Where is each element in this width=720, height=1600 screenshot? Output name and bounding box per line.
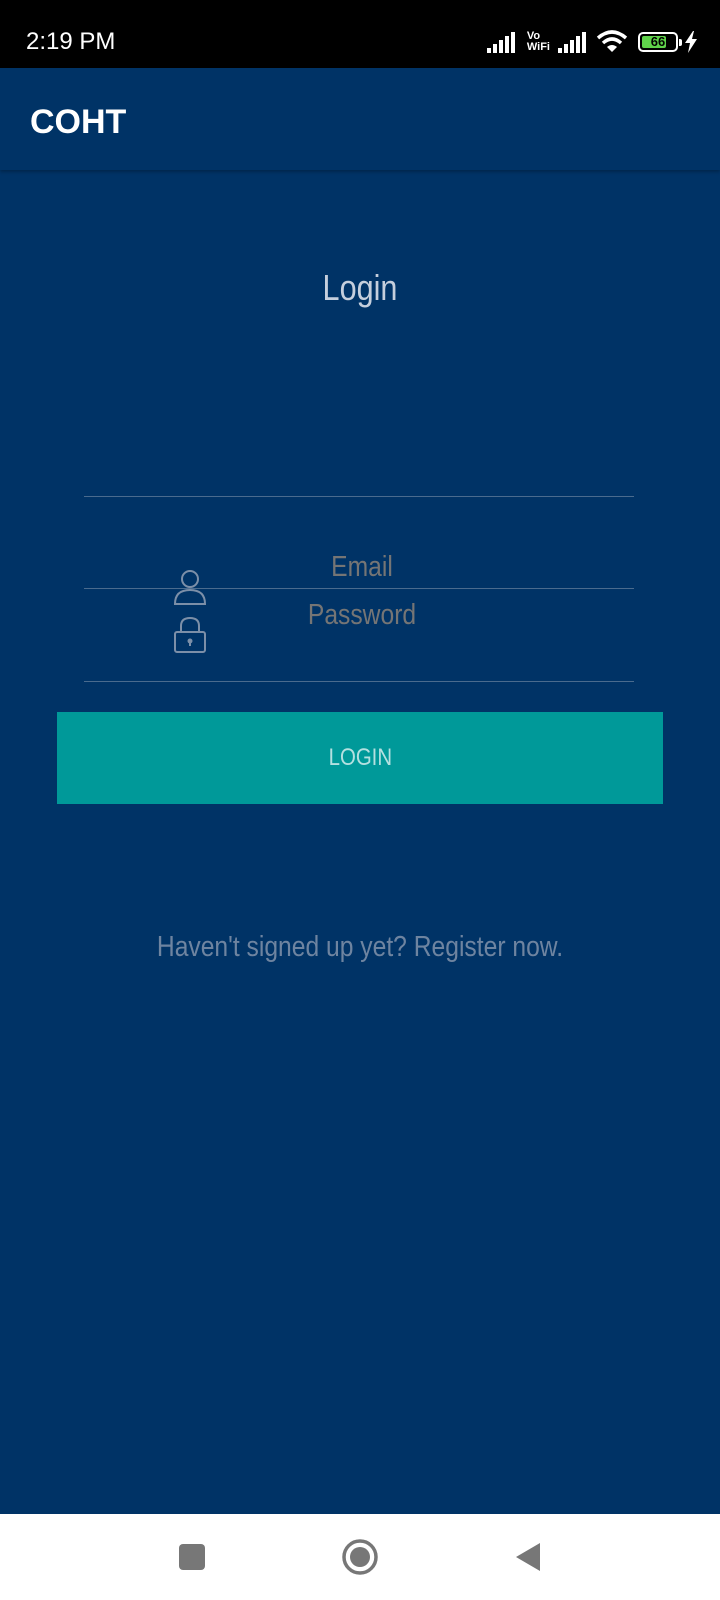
navigation-bar	[0, 1514, 720, 1600]
status-bar: 2:19 PM Vo WiFi 66	[0, 0, 720, 68]
login-heading: Login	[322, 267, 398, 308]
lock-icon	[174, 616, 206, 653]
wifi-icon	[596, 30, 628, 52]
recents-button[interactable]	[152, 1514, 232, 1600]
signal-icon	[558, 32, 586, 53]
battery-level: 66	[650, 34, 666, 49]
email-field[interactable]	[54, 546, 670, 588]
battery-icon: 66	[638, 32, 682, 52]
back-button[interactable]	[488, 1514, 568, 1600]
status-time: 2:19 PM	[26, 28, 116, 55]
app-title: COHT	[30, 103, 127, 141]
recents-square-icon	[179, 1544, 205, 1570]
vowifi-icon: Vo WiFi	[527, 31, 550, 53]
home-circle-icon	[342, 1539, 378, 1575]
vowifi-bottom-label: WiFi	[526, 41, 550, 53]
charging-icon	[685, 31, 697, 53]
status-icons: Vo WiFi 66	[486, 26, 698, 58]
login-button[interactable]: LOGIN	[57, 712, 663, 804]
login-button-label: LOGIN	[328, 744, 392, 771]
home-button[interactable]	[320, 1514, 400, 1600]
register-link[interactable]: Haven't signed up yet? Register now.	[54, 928, 666, 966]
app-bar: COHT	[0, 68, 720, 170]
form-top-divider	[84, 496, 634, 497]
signal-icon	[486, 32, 515, 53]
email-underline	[84, 588, 634, 589]
back-triangle-icon	[516, 1543, 540, 1571]
password-underline	[84, 681, 634, 682]
password-field[interactable]	[54, 594, 670, 636]
